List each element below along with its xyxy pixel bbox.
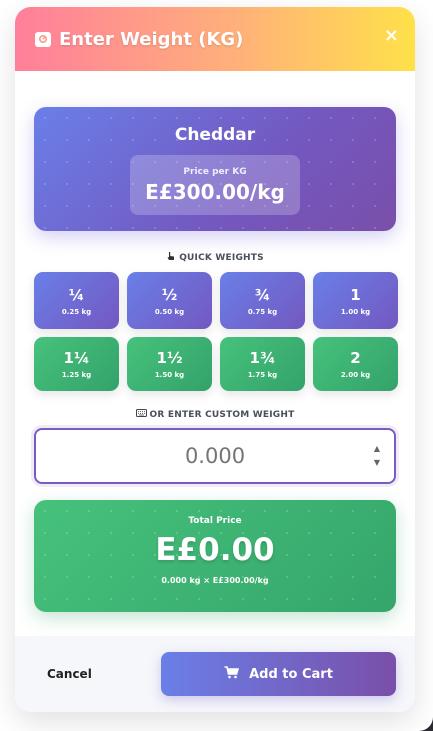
weight-modal: Enter Weight (KG) × Cheddar Price per KG…: [15, 7, 415, 712]
keyboard-icon: [135, 409, 147, 420]
total-formula: 0.000 kg × E£300.00/kg: [161, 576, 269, 585]
number-spinner[interactable]: ▲ ▼: [374, 444, 380, 467]
price-value: E£300.00/kg: [145, 179, 285, 204]
spinner-down-icon[interactable]: ▼: [374, 458, 380, 467]
quick-weights-label: QUICK WEIGHTS: [34, 251, 396, 264]
weight-input-wrapper: ▲ ▼: [34, 428, 396, 484]
custom-weight-text: OR ENTER CUSTOM WEIGHT: [149, 409, 295, 420]
quick-weights-text: QUICK WEIGHTS: [179, 252, 264, 263]
quick-weight-button[interactable]: 1½ 1.50 kg: [127, 337, 212, 391]
weight-input[interactable]: [75, 444, 355, 468]
cart-icon: [224, 665, 240, 683]
quick-weight-kg: 1.00 kg: [340, 307, 371, 316]
weight-scale-icon: [33, 29, 53, 49]
quick-weight-button[interactable]: 1¾ 1.75 kg: [220, 337, 305, 391]
quick-weight-button[interactable]: 2 2.00 kg: [313, 337, 398, 391]
total-card: Total Price E£0.00 0.000 kg × E£300.00/k…: [34, 500, 396, 612]
quick-weight-fraction: 2: [350, 349, 361, 367]
cancel-button[interactable]: Cancel: [47, 667, 92, 681]
total-value: E£0.00: [155, 532, 275, 568]
quick-weight-button[interactable]: ¾ 0.75 kg: [220, 272, 305, 329]
quick-weight-kg: 0.50 kg: [154, 307, 185, 316]
quick-weight-kg: 2.00 kg: [340, 371, 371, 379]
modal-body: Cheddar Price per KG E£300.00/kg QUICK W…: [15, 71, 415, 612]
quick-weight-fraction: ½: [161, 285, 178, 304]
custom-weight-label: OR ENTER CUSTOM WEIGHT: [34, 409, 396, 420]
quick-weight-fraction: 1¾: [249, 349, 276, 367]
quick-weight-button[interactable]: 1 1.00 kg: [313, 272, 398, 329]
quick-weight-kg: 0.25 kg: [61, 307, 92, 316]
quick-weight-kg: 1.75 kg: [247, 371, 278, 379]
total-label: Total Price: [188, 516, 242, 526]
product-card: Cheddar Price per KG E£300.00/kg: [34, 107, 396, 231]
quick-weight-fraction: 1½: [156, 349, 183, 367]
quick-weight-fraction: 1: [350, 285, 361, 304]
quick-weight-button[interactable]: 1¼ 1.25 kg: [34, 337, 119, 391]
add-to-cart-button[interactable]: Add to Cart: [161, 652, 396, 696]
close-button[interactable]: ×: [384, 27, 399, 45]
add-to-cart-label: Add to Cart: [249, 666, 333, 682]
quick-weight-button[interactable]: ½ 0.50 kg: [127, 272, 212, 329]
product-name: Cheddar: [174, 125, 256, 145]
quick-weights-grid: ¼ 0.25 kg ½ 0.50 kg ¾ 0.75 kg 1 1.00 kg …: [34, 272, 398, 391]
modal-title: Enter Weight (KG): [59, 28, 244, 50]
quick-weight-kg: 1.50 kg: [154, 371, 185, 379]
price-label: Price per KG: [183, 166, 247, 177]
pointing-hand-icon: [166, 251, 176, 264]
spinner-up-icon[interactable]: ▲: [374, 444, 380, 453]
quick-weight-button[interactable]: ¼ 0.25 kg: [34, 272, 119, 329]
quick-weight-fraction: ¼: [68, 285, 85, 304]
quick-weight-fraction: ¾: [254, 285, 271, 304]
quick-weight-kg: 1.25 kg: [61, 371, 92, 379]
quick-weight-fraction: 1¼: [63, 349, 90, 367]
modal-header: Enter Weight (KG) ×: [15, 7, 415, 71]
price-box: Price per KG E£300.00/kg: [130, 155, 300, 215]
modal-footer: Cancel Add to Cart: [15, 636, 415, 712]
quick-weight-kg: 0.75 kg: [247, 307, 278, 316]
